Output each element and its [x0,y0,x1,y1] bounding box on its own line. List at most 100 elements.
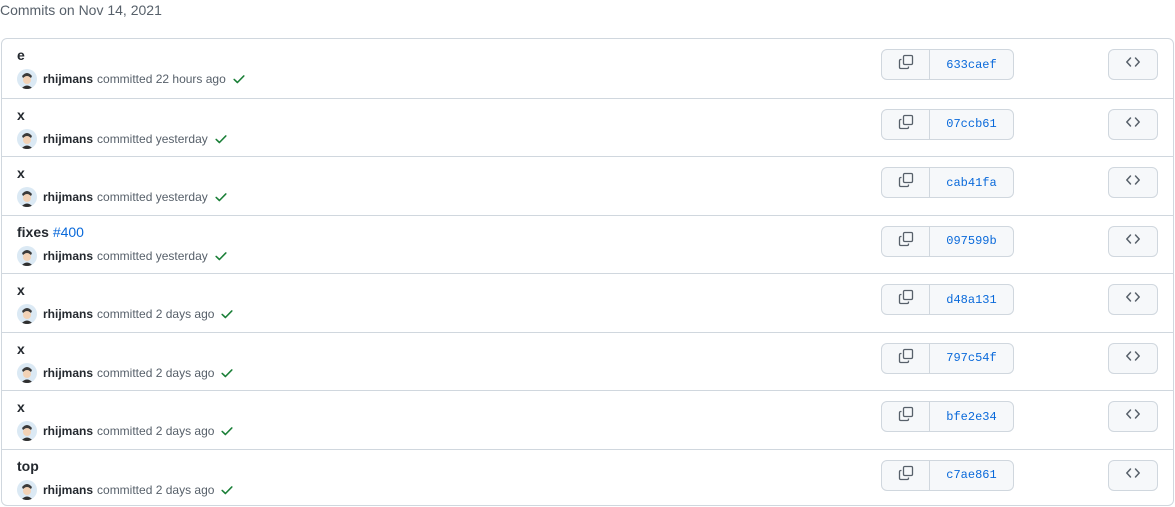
commit-meta: rhijmans committed yesterday [17,187,228,207]
commit-message-text[interactable]: e [17,47,25,63]
browse-repo-button[interactable] [1108,459,1158,491]
check-icon[interactable] [220,424,234,438]
commit-time: 2 days ago [155,424,215,438]
commit-sha-link[interactable]: cab41fa [930,168,1013,197]
commit-verb: committed [97,482,153,497]
avatar[interactable] [17,421,37,441]
browse-repo-button[interactable] [1108,401,1158,432]
commit-message[interactable]: fixes #400 [17,223,84,241]
sha-button-group: d48a131 [881,284,1014,315]
commit-sha-link[interactable]: d48a131 [930,285,1013,314]
avatar[interactable] [17,479,37,500]
author-name[interactable]: rhijmans [43,424,93,438]
copy-sha-button[interactable] [882,168,930,197]
commit-sha-link[interactable]: bfe2e34 [930,402,1013,431]
author-name[interactable]: rhijmans [43,132,93,146]
avatar[interactable] [17,69,37,89]
avatar[interactable] [17,304,37,324]
browse-repo-button[interactable] [1108,342,1158,374]
copy-sha-button[interactable] [882,226,930,256]
check-icon[interactable] [214,132,228,146]
commit-message[interactable]: x [17,106,25,124]
copy-sha-button[interactable] [882,460,930,490]
check-icon[interactable] [220,366,234,380]
code-icon [1125,172,1141,193]
commit-verb: committed [97,307,153,321]
browse-repo-button[interactable] [1108,167,1158,198]
commit-message-text[interactable]: fixes [17,224,53,240]
commit-verb: committed [97,424,153,438]
code-icon [1125,348,1141,369]
copy-sha-button[interactable] [882,50,930,79]
commit-sha-link[interactable]: c7ae861 [930,461,1013,490]
commit-message-text[interactable]: x [17,341,25,357]
issue-link[interactable]: #400 [53,224,84,240]
code-icon [1125,231,1141,252]
commit-message-text[interactable]: x [17,165,25,181]
commit-message-text[interactable]: x [17,399,25,415]
copy-icon [898,172,914,193]
author-name[interactable]: rhijmans [43,366,93,380]
author-name[interactable]: rhijmans [43,190,93,204]
check-icon[interactable] [214,190,228,204]
commit-message[interactable]: x [17,398,25,416]
commit-message-text[interactable]: top [17,458,39,474]
avatar[interactable] [17,128,37,149]
check-icon[interactable] [220,483,234,497]
copy-icon [898,348,914,369]
copy-sha-button[interactable] [882,402,930,431]
commit-row: x rhijmans committed yesterday 07ccb61 [2,97,1173,157]
copy-sha-button[interactable] [882,343,930,373]
browse-repo-button[interactable] [1108,108,1158,140]
commit-verb: committed [97,131,153,146]
commit-row: x rhijmans committed 2 days ago d48a131 [2,273,1173,332]
commit-time: 2 days ago [155,482,215,497]
sha-button-group: cab41fa [881,167,1014,198]
browse-repo-button[interactable] [1108,284,1158,315]
commit-sha-link[interactable]: 797c54f [930,344,1013,373]
commit-meta: rhijmans committed 2 days ago [17,421,234,441]
avatar[interactable] [17,187,37,207]
copy-sha-button[interactable] [882,285,930,314]
commit-meta: rhijmans committed 22 hours ago [17,69,246,89]
commit-row: x rhijmans committed yesterday cab41fa [2,156,1173,215]
sha-button-group: bfe2e34 [881,401,1014,432]
commit-message[interactable]: x [17,281,25,299]
code-icon [1125,54,1141,75]
browse-repo-button[interactable] [1108,225,1158,257]
copy-sha-button[interactable] [882,109,930,139]
avatar[interactable] [17,362,37,383]
commit-time: 2 days ago [155,365,215,380]
copy-icon [898,114,914,135]
commit-sha-link[interactable]: 07ccb61 [930,110,1013,139]
commit-message[interactable]: x [17,340,25,358]
commit-time: yesterday [155,131,208,146]
author-name[interactable]: rhijmans [43,249,93,263]
commit-verb: committed [97,248,153,263]
avatar[interactable] [17,245,37,266]
author-name[interactable]: rhijmans [43,483,93,497]
code-icon [1125,289,1141,310]
browse-repo-button[interactable] [1108,49,1158,80]
author-name[interactable]: rhijmans [43,72,93,86]
commit-message[interactable]: top [17,457,39,475]
copy-icon [898,289,914,310]
copy-icon [898,231,914,252]
commit-verb: committed [97,365,153,380]
check-icon[interactable] [214,249,228,263]
commit-message-text[interactable]: x [17,282,25,298]
commit-meta: rhijmans committed yesterday [17,128,228,149]
code-icon [1125,114,1141,135]
commit-sha-link[interactable]: 633caef [930,50,1013,79]
copy-icon [898,406,914,427]
commit-sha-link[interactable]: 097599b [930,227,1013,256]
sha-button-group: 07ccb61 [881,108,1014,140]
commit-message[interactable]: e [17,46,25,64]
code-icon [1125,465,1141,486]
check-icon[interactable] [220,307,234,321]
commit-message-text[interactable]: x [17,107,25,123]
commit-message[interactable]: x [17,164,25,182]
commit-row: e rhijmans committed 22 hours ago 633cae… [2,39,1173,98]
check-icon[interactable] [232,72,246,86]
author-name[interactable]: rhijmans [43,307,93,321]
